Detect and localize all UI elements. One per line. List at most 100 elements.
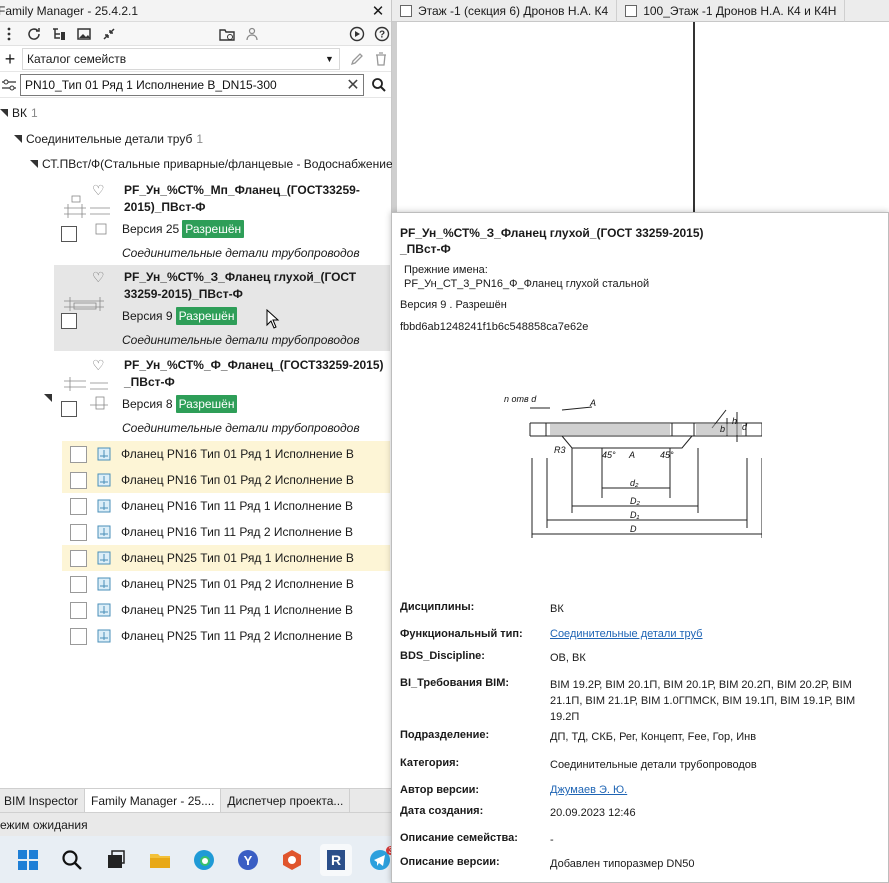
expand-arrow-icon[interactable] xyxy=(30,160,38,168)
family-type-icon xyxy=(97,603,111,617)
property-value: ВК xyxy=(550,603,564,615)
type-checkbox[interactable] xyxy=(70,627,87,645)
expand-arrow-icon[interactable] xyxy=(44,394,52,402)
type-checkbox[interactable] xyxy=(70,445,87,463)
property-link[interactable]: Соединительные детали труб xyxy=(550,626,880,642)
type-row[interactable]: Фланец PN16 Тип 01 Ряд 2 Исполнение В xyxy=(62,467,390,493)
type-checkbox[interactable] xyxy=(70,497,87,515)
drawing-label-R: R3 xyxy=(554,445,566,455)
type-row[interactable]: Фланец PN16 Тип 11 Ряд 2 Исполнение В xyxy=(62,519,390,545)
type-row[interactable]: Фланец PN16 Тип 11 Ряд 1 Исполнение В xyxy=(62,493,390,519)
type-row[interactable]: Фланец PN16 Тип 01 Ряд 1 Исполнение В xyxy=(62,441,390,467)
svg-text:Y: Y xyxy=(244,853,253,868)
type-checkbox[interactable] xyxy=(70,575,87,593)
drawing-label-A: A xyxy=(589,398,596,408)
family-type-icon xyxy=(97,473,111,487)
property-label: Описание версии: xyxy=(400,856,500,868)
type-label: Фланец PN16 Тип 01 Ряд 1 Исполнение В xyxy=(121,447,354,461)
tree-group[interactable]: Соединительные детали труб 1 xyxy=(14,132,203,146)
task-view-icon[interactable] xyxy=(100,844,132,876)
version-label: Версия 9 xyxy=(122,309,173,323)
card-checkbox[interactable] xyxy=(61,401,77,417)
file-explorer-icon[interactable] xyxy=(144,844,176,876)
type-checkbox[interactable] xyxy=(70,549,87,567)
favorite-heart-icon[interactable]: ♡ xyxy=(92,182,105,199)
play-circle-icon[interactable] xyxy=(349,25,366,43)
doc-tab-1[interactable]: Этаж -1 (секция 6) Дронов Н.А. К4 xyxy=(392,0,618,22)
catalog-select[interactable]: Каталог семейств ▼ xyxy=(22,47,340,70)
drawing-label-b: b xyxy=(720,424,725,434)
type-row[interactable]: Фланец PN25 Тип 11 Ряд 1 Исполнение В xyxy=(62,597,390,623)
folder-sync-icon[interactable] xyxy=(219,25,236,43)
panel-titlebar: Family Manager - 25.4.2.1 ✕ xyxy=(0,0,391,22)
clear-search-icon[interactable]: ✕ xyxy=(343,75,363,95)
search-row: ✕ xyxy=(0,72,391,98)
property-link[interactable]: Джумаев Э. Ю. xyxy=(550,782,880,798)
type-checkbox[interactable] xyxy=(70,601,87,619)
favorite-heart-icon[interactable]: ♡ xyxy=(92,269,105,286)
type-row[interactable]: Фланец PN25 Тип 11 Ряд 2 Исполнение В xyxy=(62,623,390,649)
family-type-icon xyxy=(97,525,111,539)
edit-icon[interactable] xyxy=(348,50,366,68)
edge-browser-icon[interactable] xyxy=(188,844,220,876)
search-icon[interactable] xyxy=(56,844,88,876)
revit-icon[interactable]: R xyxy=(320,843,352,876)
property-label: Описание семейства: xyxy=(400,832,518,844)
drawing-label-angle-2: 45° xyxy=(660,450,674,460)
drawing-label-h: h xyxy=(732,416,737,426)
help-icon[interactable]: ? xyxy=(374,25,391,43)
close-icon[interactable]: ✕ xyxy=(371,2,385,20)
search-input[interactable] xyxy=(25,77,343,92)
tab-bim-inspector[interactable]: BIM Inspector xyxy=(0,788,86,813)
drawing-label-angle-1: 45° xyxy=(602,450,616,460)
family-name: PF_Ун_%СТ%_Мп_Фланец_(ГОСТ33259-2015)_ПВ… xyxy=(124,183,360,214)
user-settings-icon[interactable] xyxy=(244,25,261,43)
family-card[interactable]: ♡ PF_Ун_%СТ%_Ф_Фланец_(ГОСТ33259-2015) _… xyxy=(54,353,390,439)
windows-start-icon[interactable] xyxy=(12,844,44,876)
tree-root-count: 1 xyxy=(31,106,38,120)
tree-subgroup[interactable]: СТ.ПВст/Ф(Стальные приварные/фланцевые -… xyxy=(30,157,397,171)
expand-arrow-icon[interactable] xyxy=(14,135,22,143)
collapse-icon[interactable] xyxy=(100,25,117,43)
family-card-selected[interactable]: ♡ PF_Ун_%СТ%_З_Фланец глухой_(ГОСТ 33259… xyxy=(54,265,390,351)
doc-tab-2[interactable]: 100_Этаж -1 Дронов Н.А. К4 и К4Н xyxy=(617,0,846,22)
refresh-icon[interactable] xyxy=(25,25,42,43)
image-icon[interactable] xyxy=(75,25,92,43)
card-checkbox[interactable] xyxy=(61,226,77,242)
popup-title: PF_Ун_%СТ%_З_Фланец глухой_(ГОСТ 33259-2… xyxy=(400,226,704,256)
type-row[interactable]: Фланец PN25 Тип 01 Ряд 1 Исполнение В xyxy=(62,545,390,571)
type-checkbox[interactable] xyxy=(70,471,87,489)
status-badge: Разрешён xyxy=(175,395,238,413)
type-label: Фланец PN16 Тип 11 Ряд 2 Исполнение В xyxy=(121,525,354,539)
favorite-heart-icon[interactable]: ♡ xyxy=(92,357,105,374)
old-names-value: PF_Ун_СТ_3_PN16_Ф_Фланец глухой стальной xyxy=(404,278,650,290)
type-checkbox[interactable] xyxy=(70,523,87,541)
family-version: Версия 9 Разрешён xyxy=(122,307,238,325)
family-name: PF_Ун_%СТ%_З_Фланец глухой_(ГОСТ 33259-2… xyxy=(124,270,357,301)
family-details-popup: PF_Ун_%СТ%_З_Фланец глухой_(ГОСТ 33259-2… xyxy=(391,212,889,883)
yandex-browser-icon[interactable]: Y xyxy=(232,844,264,876)
add-icon[interactable]: + xyxy=(0,50,20,68)
property-value: 20.09.2023 12:46 xyxy=(550,807,636,819)
tab-project-dispatcher[interactable]: Диспетчер проекта... xyxy=(221,788,351,813)
delete-icon[interactable] xyxy=(372,50,390,68)
family-type-icon xyxy=(97,499,111,513)
card-checkbox[interactable] xyxy=(61,313,77,329)
property-value: Добавлен типоразмер DN50 xyxy=(550,858,695,870)
app-hexagon-icon[interactable] xyxy=(276,844,308,876)
version-label: Версия 8 xyxy=(122,397,173,411)
document-icon xyxy=(625,4,638,17)
family-card[interactable]: ♡ PF_Ун_%СТ%_Мп_Фланец_(ГОСТ33259-2015)_… xyxy=(54,178,390,264)
drawing-label-D: D xyxy=(630,524,637,534)
chevron-down-icon: ▼ xyxy=(325,53,334,64)
tree-view-icon[interactable] xyxy=(50,25,67,43)
tab-family-manager[interactable]: Family Manager - 25.... xyxy=(85,788,222,813)
property-label: Подразделение: xyxy=(400,729,490,741)
tree-root[interactable]: ВК 1 xyxy=(0,106,38,120)
drawing-label-D2: D₂ xyxy=(630,496,640,506)
expand-arrow-icon[interactable] xyxy=(0,109,8,117)
type-row[interactable]: Фланец PN25 Тип 01 Ряд 2 Исполнение В xyxy=(62,571,390,597)
filter-settings-icon[interactable] xyxy=(0,76,18,94)
more-vertical-icon[interactable] xyxy=(0,25,17,43)
search-icon[interactable] xyxy=(370,76,388,94)
